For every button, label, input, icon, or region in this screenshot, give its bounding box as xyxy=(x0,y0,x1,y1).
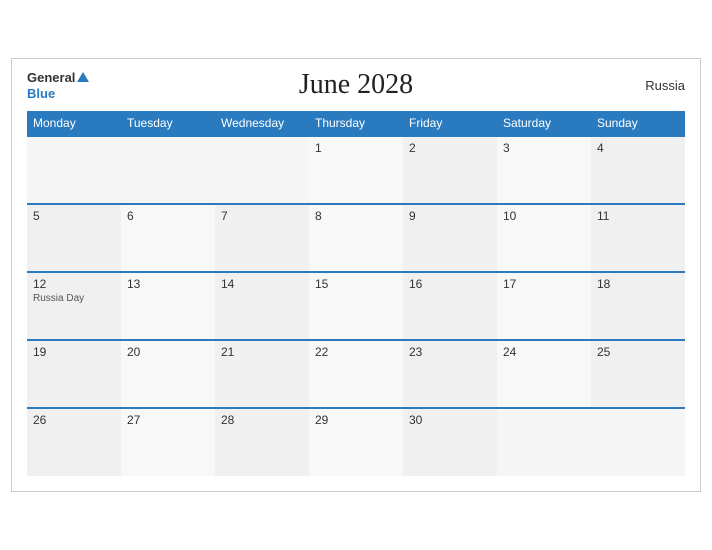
day-cell xyxy=(591,408,685,476)
day-number: 14 xyxy=(221,277,303,291)
day-number: 23 xyxy=(409,345,491,359)
day-number: 1 xyxy=(315,141,397,155)
week-row-2: 56789 10 11 xyxy=(27,204,685,272)
weekday-sunday: Sunday xyxy=(591,111,685,136)
logo-blue: Blue xyxy=(27,87,89,101)
day-cell: 8 xyxy=(309,204,403,272)
day-number: 16 xyxy=(409,277,491,291)
day-number: 19 xyxy=(33,345,115,359)
week-row-4: 19 20 21 22 23 24 25 xyxy=(27,340,685,408)
week-row-1: 1234 xyxy=(27,136,685,204)
day-number: 29 xyxy=(315,413,397,427)
day-cell: 11 xyxy=(591,204,685,272)
weekday-tuesday: Tuesday xyxy=(121,111,215,136)
day-number: 9 xyxy=(409,209,491,223)
day-event: Russia Day xyxy=(33,293,115,304)
weekday-friday: Friday xyxy=(403,111,497,136)
day-cell: 10 xyxy=(497,204,591,272)
day-number: 22 xyxy=(315,345,397,359)
logo-triangle-icon xyxy=(77,72,89,82)
day-cell: 14 xyxy=(215,272,309,340)
day-cell xyxy=(215,136,309,204)
day-cell: 4 xyxy=(591,136,685,204)
day-cell: 17 xyxy=(497,272,591,340)
day-cell: 7 xyxy=(215,204,309,272)
day-number: 20 xyxy=(127,345,209,359)
day-number: 28 xyxy=(221,413,303,427)
day-cell: 29 xyxy=(309,408,403,476)
day-cell: 23 xyxy=(403,340,497,408)
week-row-3: 12 Russia Day 13 14 15 16 17 18 xyxy=(27,272,685,340)
day-cell xyxy=(121,136,215,204)
day-cell: 13 xyxy=(121,272,215,340)
day-number: 11 xyxy=(597,209,679,223)
calendar-grid: Monday Tuesday Wednesday Thursday Friday… xyxy=(27,111,685,476)
weekday-header-row: Monday Tuesday Wednesday Thursday Friday… xyxy=(27,111,685,136)
day-cell: 25 xyxy=(591,340,685,408)
weekday-saturday: Saturday xyxy=(497,111,591,136)
day-cell: 19 xyxy=(27,340,121,408)
day-cell: 27 xyxy=(121,408,215,476)
weekday-monday: Monday xyxy=(27,111,121,136)
day-cell: 20 xyxy=(121,340,215,408)
day-cell: 30 xyxy=(403,408,497,476)
day-number: 18 xyxy=(597,277,679,291)
day-cell xyxy=(27,136,121,204)
calendar-title: June 2028 xyxy=(299,69,413,101)
week-row-5: 26 27 28 29 30 xyxy=(27,408,685,476)
day-number: 7 xyxy=(221,209,303,223)
day-number: 6 xyxy=(127,209,209,223)
day-number: 27 xyxy=(127,413,209,427)
day-cell: 5 xyxy=(27,204,121,272)
day-cell: 22 xyxy=(309,340,403,408)
day-cell: 1 xyxy=(309,136,403,204)
calendar-container: General Blue June 2028 Russia Monday Tue… xyxy=(11,58,701,492)
day-cell: 28 xyxy=(215,408,309,476)
day-number: 2 xyxy=(409,141,491,155)
logo-general: General xyxy=(27,69,89,87)
day-number: 3 xyxy=(503,141,585,155)
day-number: 17 xyxy=(503,277,585,291)
day-cell: 12 Russia Day xyxy=(27,272,121,340)
calendar-header: General Blue June 2028 Russia xyxy=(27,69,685,101)
day-cell: 18 xyxy=(591,272,685,340)
day-number: 5 xyxy=(33,209,115,223)
day-cell: 6 xyxy=(121,204,215,272)
country-label: Russia xyxy=(645,78,685,93)
day-number: 13 xyxy=(127,277,209,291)
day-cell: 9 xyxy=(403,204,497,272)
day-cell: 3 xyxy=(497,136,591,204)
weekday-wednesday: Wednesday xyxy=(215,111,309,136)
day-number: 26 xyxy=(33,413,115,427)
day-cell: 26 xyxy=(27,408,121,476)
day-number: 4 xyxy=(597,141,679,155)
day-number: 24 xyxy=(503,345,585,359)
weekday-thursday: Thursday xyxy=(309,111,403,136)
day-number: 10 xyxy=(503,209,585,223)
day-cell: 2 xyxy=(403,136,497,204)
day-cell xyxy=(497,408,591,476)
day-number: 30 xyxy=(409,413,491,427)
day-cell: 24 xyxy=(497,340,591,408)
day-cell: 16 xyxy=(403,272,497,340)
day-number: 25 xyxy=(597,345,679,359)
logo: General Blue xyxy=(27,69,89,101)
day-number: 12 xyxy=(33,277,115,291)
day-number: 15 xyxy=(315,277,397,291)
day-cell: 15 xyxy=(309,272,403,340)
day-number: 8 xyxy=(315,209,397,223)
day-number: 21 xyxy=(221,345,303,359)
day-cell: 21 xyxy=(215,340,309,408)
